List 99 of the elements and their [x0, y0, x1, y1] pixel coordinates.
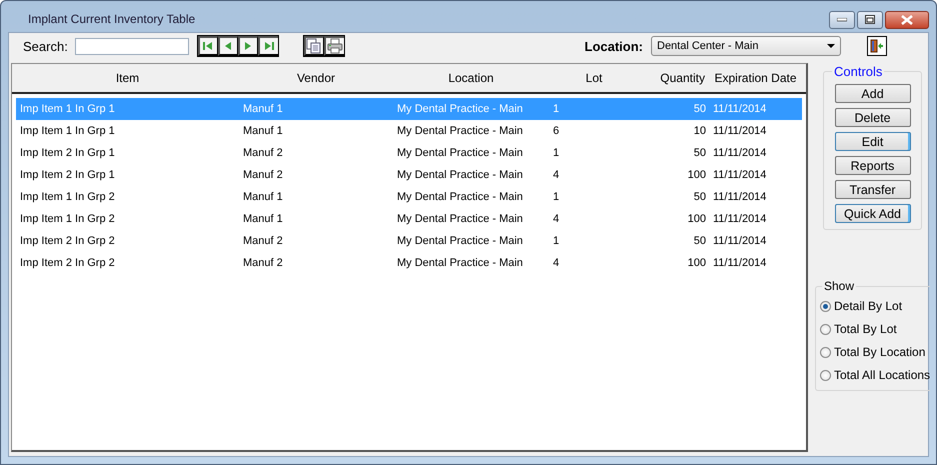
column-header[interactable]: Vendor — [239, 71, 393, 85]
group-title: Controls — [832, 64, 884, 79]
exit-button[interactable] — [867, 36, 887, 56]
table-cell-text: 4 — [552, 257, 560, 269]
window-title: Implant Current Inventory Table — [27, 10, 196, 26]
next-button[interactable] — [238, 36, 258, 56]
radio-button[interactable] — [820, 370, 831, 380]
location-dropdown[interactable]: Dental Center - Main — [651, 36, 841, 56]
previous-button[interactable] — [218, 36, 238, 56]
table-cell-text: 50 — [692, 235, 707, 247]
table-row[interactable]: Imp Item 2 In Grp 2 Manuf 2 My Dental Practice - Main 4 100 11/11/2014 — [16, 252, 802, 274]
last-button[interactable] — [258, 36, 278, 56]
radio-button[interactable] — [820, 324, 831, 334]
table-cell-text: Imp Item 1 In Grp 2 — [19, 191, 116, 203]
radio-button[interactable] — [820, 346, 831, 358]
table-cell-text: Imp Item 2 In Grp 1 — [19, 147, 116, 159]
table-cell-text: Manuf 1 — [242, 103, 284, 115]
table-cell-text: 11/11/2014 — [712, 169, 768, 181]
table-cell-text: 50 — [692, 147, 707, 159]
action-button[interactable]: Reports — [834, 156, 911, 175]
column-header[interactable]: Location — [393, 71, 549, 85]
door-icon — [870, 39, 884, 53]
table-cell-text: 11/11/2014 — [712, 147, 768, 159]
table-cell-text: My Dental Practice - Main — [396, 191, 524, 203]
printer-icon — [326, 38, 343, 54]
table-cell-text: 11/11/2014 — [712, 191, 768, 203]
table-cell-text: Manuf 1 — [242, 191, 284, 203]
close-icon — [901, 14, 913, 24]
table-row[interactable]: Imp Item 2 In Grp 1 Manuf 2 My Dental Practice - Main 1 50 11/11/2014 — [16, 142, 802, 164]
table-cell-text: 1 — [552, 103, 560, 115]
column-header[interactable]: Expiration Date — [709, 71, 802, 85]
copy-icon — [306, 38, 322, 54]
table-cell-text: 11/11/2014 — [712, 103, 768, 115]
location-label: Location: — [584, 38, 643, 54]
table-cell-text: 50 — [692, 103, 707, 115]
maximize-icon — [865, 15, 875, 24]
table-cell-text: 10 — [692, 125, 707, 137]
table-cell-text: 100 — [686, 257, 707, 269]
table-cell-text: 1 — [552, 191, 560, 203]
search-field[interactable] — [74, 38, 189, 54]
table-cell-text: Manuf 2 — [242, 257, 284, 269]
table-cell-text: My Dental Practice - Main — [396, 235, 524, 247]
column-header[interactable]: Quantity — [639, 71, 709, 85]
table-cell-text: 50 — [692, 191, 707, 203]
table-cell-text: Imp Item 1 In Grp 1 — [19, 125, 116, 137]
table-cell-text: Manuf 2 — [242, 169, 284, 181]
table-cell-text: 6 — [552, 125, 560, 137]
table-cell-text: Imp Item 2 In Grp 1 — [19, 169, 116, 181]
table-cell-text: Imp Item 1 In Grp 2 — [19, 213, 116, 225]
search-label: Search: — [23, 38, 68, 54]
table-cell-text: My Dental Practice - Main — [396, 147, 524, 159]
first-button[interactable] — [198, 36, 218, 56]
column-header[interactable]: Lot — [549, 71, 639, 85]
table-cell-text: 11/11/2014 — [712, 257, 768, 269]
copy-button[interactable] — [304, 36, 324, 56]
table-cell-text: 4 — [552, 169, 560, 181]
table-cell-text: Manuf 1 — [242, 125, 284, 137]
table-row[interactable]: Imp Item 1 In Grp 2 Manuf 1 My Dental Practice - Main 1 50 11/11/2014 — [16, 186, 802, 208]
table-row[interactable]: Imp Item 1 In Grp 1 Manuf 1 My Dental Practice - Main 6 10 11/11/2014 — [16, 120, 802, 142]
table-cell-text: My Dental Practice - Main — [396, 125, 524, 137]
table-row[interactable]: Imp Item 1 In Grp 2 Manuf 1 My Dental Practice - Main 4 100 11/11/2014 — [16, 208, 802, 230]
table-cell-text: 4 — [552, 213, 560, 225]
table-cell-text: 1 — [552, 147, 560, 159]
radio-label[interactable]: Total All Locations — [834, 368, 930, 382]
table-cell-text: 100 — [686, 213, 707, 225]
action-button[interactable]: Edit — [834, 132, 911, 151]
radio-label[interactable]: Total By Location — [834, 345, 926, 359]
group-title: Show — [822, 279, 856, 293]
table-cell-text: My Dental Practice - Main — [396, 103, 524, 115]
table-cell-text: My Dental Practice - Main — [396, 169, 524, 181]
table-cell-text: Manuf 1 — [242, 213, 284, 225]
action-button[interactable]: Quick Add — [834, 204, 911, 223]
action-button[interactable]: Delete — [834, 108, 911, 127]
radio-label[interactable]: Total By Lot — [834, 322, 897, 336]
table-row[interactable]: Imp Item 2 In Grp 1 Manuf 2 My Dental Practice - Main 4 100 11/11/2014 — [16, 164, 802, 186]
table-row[interactable]: Imp Item 2 In Grp 2 Manuf 2 My Dental Practice - Main 1 50 11/11/2014 — [16, 230, 802, 252]
dropdown-arrow-icon — [827, 44, 835, 48]
table-cell-text: 1 — [552, 235, 560, 247]
table-cell-text: Imp Item 1 In Grp 1 — [19, 103, 116, 115]
radio-button[interactable] — [820, 300, 831, 312]
print-button[interactable] — [324, 36, 344, 56]
minimize-button[interactable] — [829, 10, 855, 28]
column-header[interactable]: Item — [16, 71, 239, 85]
maximize-button[interactable] — [857, 10, 883, 28]
minimize-icon — [837, 18, 847, 22]
table-cell-text: 100 — [686, 169, 707, 181]
action-button[interactable]: Add — [834, 84, 911, 103]
table-cell-text: Imp Item 2 In Grp 2 — [19, 235, 116, 247]
table-cell-text: Imp Item 2 In Grp 2 — [19, 257, 116, 269]
table-cell-text: 11/11/2014 — [712, 213, 768, 225]
table-cell-text: 11/11/2014 — [712, 235, 768, 247]
table-cell-text: Manuf 2 — [242, 235, 284, 247]
table-cell-text: 11/11/2014 — [712, 125, 768, 137]
table-cell-text: My Dental Practice - Main — [396, 257, 524, 269]
action-button[interactable]: Transfer — [834, 180, 911, 199]
close-button[interactable] — [885, 10, 929, 28]
radio-label[interactable]: Detail By Lot — [834, 299, 902, 313]
table-cell-text: My Dental Practice - Main — [396, 213, 524, 225]
table-cell-text: Manuf 2 — [242, 147, 284, 159]
